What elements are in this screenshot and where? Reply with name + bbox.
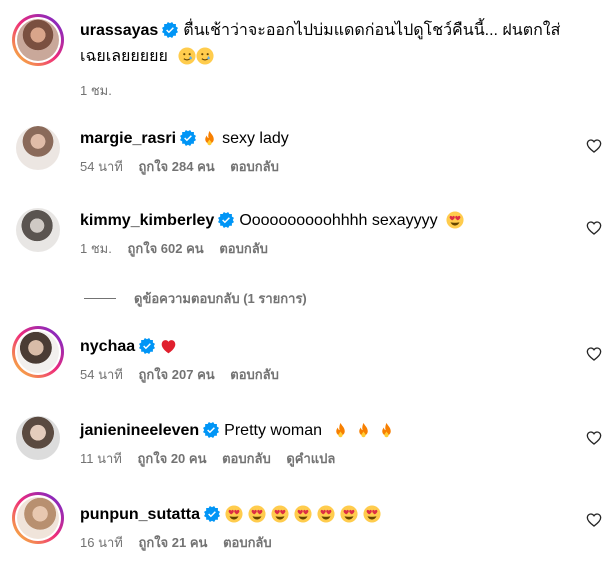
avatar[interactable] [12, 412, 64, 464]
smiling-face-with-heart-eyes-icon [340, 505, 358, 523]
verified-icon [203, 422, 219, 438]
fire-icon [332, 422, 349, 439]
smiling-face-with-heart-eyes-icon [446, 211, 464, 229]
reply-button[interactable]: ตอบกลับ [230, 367, 279, 382]
avatar[interactable] [12, 14, 64, 66]
username[interactable]: urassayas [80, 22, 158, 39]
reply-button[interactable]: ตอบกลับ [219, 241, 268, 256]
see-translation-button[interactable]: ดูคำแปล [286, 451, 335, 466]
reply-button[interactable]: ตอบกลับ [230, 159, 279, 174]
fire-icon [378, 422, 395, 439]
username[interactable]: nychaa [80, 338, 135, 355]
comment-text: Oooooooooohhhh sexayyyy [239, 212, 438, 229]
fire-icon [201, 130, 218, 147]
avatar[interactable] [12, 122, 64, 174]
like-heart-icon[interactable] [586, 430, 602, 446]
username[interactable]: janienineeleven [80, 422, 199, 439]
fire-icon [355, 422, 372, 439]
avatar[interactable] [12, 326, 64, 378]
like-heart-icon[interactable] [586, 346, 602, 362]
avatar[interactable] [12, 492, 64, 544]
reply-button[interactable]: ตอบกลับ [223, 535, 272, 550]
smiling-face-with-heart-eyes-icon [271, 505, 289, 523]
avatar[interactable] [12, 204, 64, 256]
timestamp[interactable]: 1 ชม. [80, 83, 112, 98]
smiling-face-with-heart-eyes-icon [317, 505, 335, 523]
comment-text: Pretty woman [224, 422, 322, 439]
view-replies-button[interactable]: ดูข้อความตอบกลับ (1 รายการ) [84, 288, 307, 309]
comment-text: sexy lady [222, 130, 289, 147]
timestamp[interactable]: 11 นาที [80, 451, 122, 466]
like-heart-icon[interactable] [586, 138, 602, 154]
like-count[interactable]: ถูกใจ 284 คน [138, 159, 214, 174]
like-count[interactable]: ถูกใจ 21 คน [138, 535, 207, 550]
timestamp[interactable]: 54 นาที [80, 367, 123, 382]
like-heart-icon[interactable] [586, 512, 602, 528]
username[interactable]: punpun_sutatta [80, 506, 200, 523]
verified-icon [218, 212, 234, 228]
red-heart-icon [160, 338, 177, 355]
smiling-face-with-heart-eyes-icon [225, 505, 243, 523]
smiling-face-with-tear-icon [178, 47, 196, 65]
like-count[interactable]: ถูกใจ 207 คน [138, 367, 214, 382]
caption-text: ตื่นเช้าว่าจะออกไปบ่มแดดก่อนไปดูโชว์คืนน… [183, 22, 561, 39]
username[interactable]: kimmy_kimberley [80, 212, 214, 229]
verified-icon [180, 130, 196, 146]
verified-icon [204, 506, 220, 522]
like-heart-icon[interactable] [586, 220, 602, 236]
verified-icon [162, 22, 178, 38]
timestamp[interactable]: 1 ชม. [80, 241, 112, 256]
timestamp[interactable]: 54 นาที [80, 159, 123, 174]
timestamp[interactable]: 16 นาที [80, 535, 123, 550]
reply-button[interactable]: ตอบกลับ [222, 451, 271, 466]
username[interactable]: margie_rasri [80, 130, 176, 147]
like-count[interactable]: ถูกใจ 602 คน [127, 241, 203, 256]
caption-text-cont: เฉยเลยยยยย [80, 48, 168, 65]
verified-icon [139, 338, 155, 354]
smiling-face-with-heart-eyes-icon [248, 505, 266, 523]
smiling-face-with-tear-icon [196, 47, 214, 65]
smiling-face-with-heart-eyes-icon [363, 505, 381, 523]
smiling-face-with-heart-eyes-icon [294, 505, 312, 523]
divider [84, 298, 116, 299]
like-count[interactable]: ถูกใจ 20 คน [138, 451, 207, 466]
view-replies-label: ดูข้อความตอบกลับ (1 รายการ) [134, 291, 307, 306]
